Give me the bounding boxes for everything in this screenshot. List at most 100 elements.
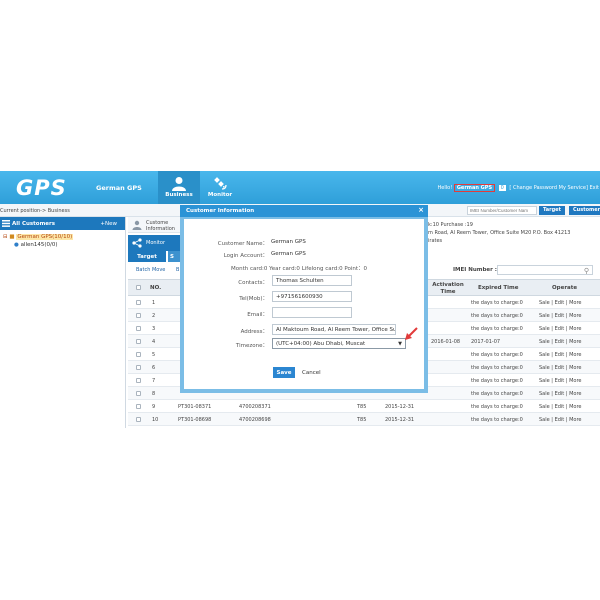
contacts-field[interactable]: Thomas Schulten [272, 275, 352, 286]
red-arrow-annotation [405, 327, 418, 340]
search-input[interactable] [467, 206, 537, 215]
cell-no: 7 [152, 378, 156, 384]
tree-node-root[interactable]: ⊟ ■ German GPS(10/10) [3, 234, 74, 240]
login-account-label: Login Account： [223, 253, 268, 259]
row-checkbox[interactable] [136, 313, 141, 318]
cell-no: 4 [152, 339, 156, 345]
year-card: Year card:0 [269, 266, 300, 272]
row-checkbox[interactable] [136, 339, 141, 344]
card-summary: Month card:0 Year card:0 Lifelong card:0… [231, 264, 367, 272]
cell-device-name: PT301-08371 [178, 404, 212, 410]
point-balance: Point：0 [344, 266, 368, 272]
cell-operate[interactable]: Sale | Edit | More [539, 417, 582, 423]
cell-device-name: PT301-08698 [178, 417, 212, 423]
account-links[interactable]: [ Change Password My Service] Exit [509, 185, 599, 191]
hello-text: Hello! [437, 185, 453, 191]
cell-operate[interactable]: Sale | Edit | More [539, 365, 582, 371]
customer-sidebar: All Customers +New ⊟ ■ German GPS(10/10)… [0, 217, 126, 428]
cell-operate[interactable]: Sale | Edit | More [539, 339, 582, 345]
lifelong-card: Lifelong card:0 [301, 266, 343, 272]
cell-model: T85 [357, 417, 367, 423]
top-bar: GPS German GPS Business Monitor Hello! G… [0, 171, 600, 204]
login-account-value: German GPS [271, 251, 306, 257]
address-field[interactable]: Al Maktoum Road, Al Reem Tower, Office S… [272, 324, 396, 335]
nav-business[interactable]: Business [158, 171, 200, 204]
timezone-value: (UTC+04:00) Abu Dhabi, Muscat [276, 341, 366, 347]
row-checkbox[interactable] [136, 378, 141, 383]
dialog-title: Customer Information [186, 208, 255, 214]
sidebar-header: All Customers +New [0, 217, 125, 230]
row-checkbox[interactable] [136, 326, 141, 331]
cell-no: 10 [152, 417, 159, 423]
tab-monitor[interactable]: Monitor [128, 235, 180, 251]
row-checkbox[interactable] [136, 391, 141, 396]
tab-customer-information[interactable]: Custome Information [128, 217, 180, 233]
cell-expired-time: the days to charge:0 [471, 365, 523, 371]
tel-label: Tel(Mob)： [239, 296, 268, 302]
tab-label: Custome Information [146, 220, 175, 232]
cell-no: 3 [152, 326, 156, 332]
select-all-checkbox[interactable] [136, 285, 141, 290]
batch-b-link[interactable]: B [176, 267, 179, 273]
chevron-down-icon[interactable]: ▼ [398, 341, 402, 347]
cell-imei: 4700208698 [239, 417, 271, 423]
timezone-select[interactable]: (UTC+04:00) Abu Dhabi, Muscat ▼ [272, 338, 406, 349]
row-checkbox[interactable] [136, 300, 141, 305]
row-checkbox[interactable] [136, 417, 141, 422]
row-checkbox[interactable] [136, 404, 141, 409]
tel-field[interactable]: +971561600930 [272, 291, 352, 302]
imei-search-input[interactable]: ⚲ [497, 265, 593, 275]
tab-s[interactable]: S [168, 251, 180, 262]
nav-monitor-label: Monitor [207, 192, 233, 198]
cell-expired-time: the days to charge:0 [471, 378, 523, 384]
current-user-link[interactable]: German GPS [453, 184, 496, 192]
cell-operate[interactable]: Sale | Edit | More [539, 391, 582, 397]
customer-button[interactable]: Customer [569, 206, 600, 215]
cell-operate[interactable]: Sale | Edit | More [539, 404, 582, 410]
cell-no: 1 [152, 300, 156, 306]
tree-node-child[interactable]: ● allen145(0/0) [14, 242, 58, 248]
address-label: Address： [240, 329, 268, 335]
customer-info-dialog: Customer Information × Customer Name： Ge… [180, 205, 428, 393]
app-window: GPS German GPS Business Monitor Hello! G… [0, 171, 600, 428]
nav-monitor[interactable]: Monitor [199, 171, 241, 204]
cancel-button[interactable]: Cancel [302, 370, 321, 376]
company-name: German GPS [96, 184, 142, 192]
cell-operate[interactable]: Sale | Edit | More [539, 300, 582, 306]
contacts-label: Contacts： [238, 280, 268, 286]
summary-line: irates [428, 238, 443, 244]
batch-move-link[interactable]: Batch Move [136, 267, 165, 273]
row-checkbox[interactable] [136, 365, 141, 370]
cell-expired-time: the days to charge:0 [471, 326, 523, 332]
customer-name-label: Customer Name： [217, 241, 268, 247]
row-checkbox[interactable] [136, 352, 141, 357]
cell-no: 2 [152, 313, 156, 319]
cell-operate[interactable]: Sale | Edit | More [539, 326, 582, 332]
table-row[interactable]: 10 PT301-08698 4700208698 T85 2015-12-31 the … [128, 413, 600, 426]
cell-expired-time: the days to charge:0 [471, 404, 523, 410]
business-user-icon [172, 177, 186, 191]
new-customer-button[interactable]: +New [100, 221, 117, 227]
cell-model: T85 [357, 404, 367, 410]
cell-operate[interactable]: Sale | Edit | More [539, 313, 582, 319]
user-area: Hello! German GPS 0 [ Change Password My… [438, 184, 599, 192]
collapse-icon[interactable]: ⊟ [3, 234, 8, 240]
cell-date: 2015-12-31 [385, 417, 415, 423]
tab-label: Monitor [146, 240, 166, 246]
target-button[interactable]: Target [539, 206, 565, 215]
message-count-badge[interactable]: 0 [498, 185, 506, 191]
table-row[interactable]: 9 PT301-08371 4700208371 T85 2015-12-31 the d… [128, 400, 600, 413]
month-card: Month card:0 [231, 266, 268, 272]
tab-target[interactable]: Target [128, 251, 166, 262]
cell-no: 6 [152, 365, 156, 371]
search-icon[interactable]: ⚲ [584, 267, 589, 275]
close-icon[interactable]: × [418, 206, 424, 214]
tree-node-label: allen145(0/0) [20, 242, 58, 248]
save-button[interactable]: Save [273, 367, 295, 378]
cell-operate[interactable]: Sale | Edit | More [539, 352, 582, 358]
imei-label: IMEI Number : [453, 267, 497, 273]
column-header-no: NO. [150, 285, 162, 291]
cell-operate[interactable]: Sale | Edit | More [539, 378, 582, 384]
person-icon: ● [14, 242, 19, 248]
email-field[interactable] [272, 307, 352, 318]
